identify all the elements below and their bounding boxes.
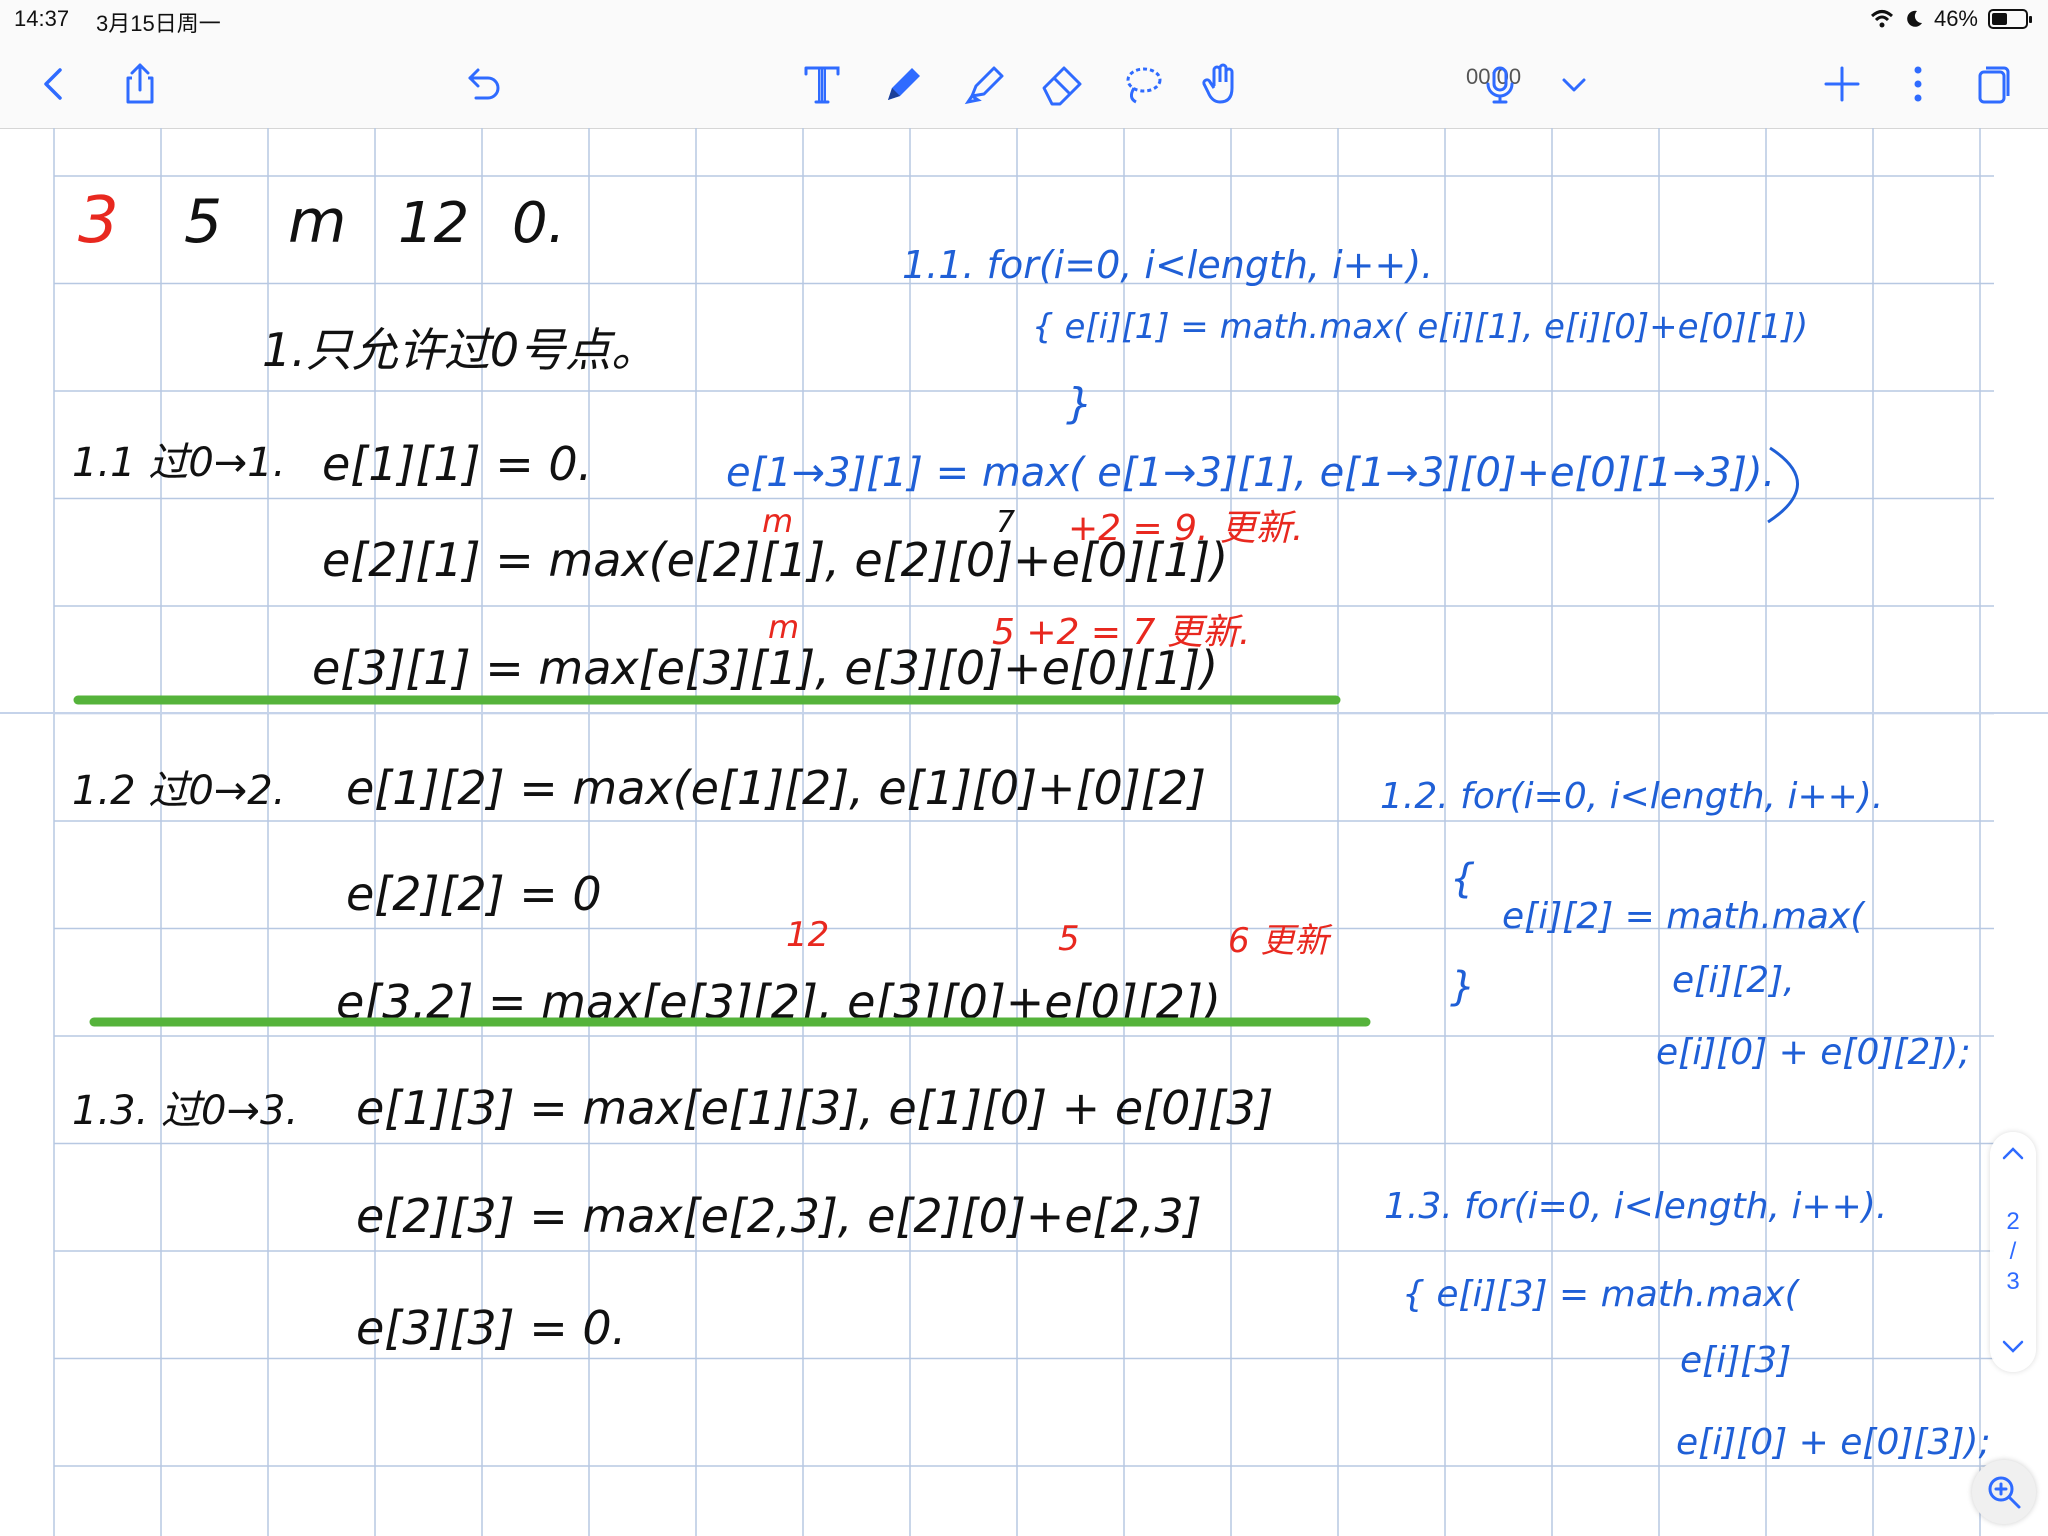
status-time: 14:37 [14, 6, 70, 31]
pages-icon [1978, 66, 2010, 104]
ink-text: 1.1 过0→1. [72, 440, 285, 486]
record-options-button[interactable] [1546, 56, 1602, 112]
ink-text: 5 [184, 187, 222, 257]
ink-text: e[1][1] = 0. [322, 437, 592, 491]
undo-icon [468, 68, 500, 100]
ink-text: 3 [78, 184, 119, 258]
record-button[interactable] [1472, 56, 1528, 112]
text-tool-icon [804, 66, 840, 104]
battery-percent: 46% [1933, 6, 1978, 31]
ink-text: e[1][3] = max[e[1][3], e[1][0] + e[0][3] [356, 1081, 1273, 1135]
chevron-down-icon [1562, 78, 1586, 92]
ink-text: e[i][0] + e[0][3]); [1676, 1422, 1991, 1463]
text-tool-button[interactable] [794, 56, 850, 112]
ink-text: m [762, 502, 793, 540]
ink-text: 1.3. 过0→3. [72, 1088, 298, 1134]
next-page-button[interactable] [2000, 1336, 2026, 1362]
page-break-divider [0, 712, 2048, 714]
ink-layer: 3 5 m 12 0. 1.只允许过0号点。 1.1 过0→1. e[1][1]… [72, 184, 1991, 1463]
add-page-button[interactable] [1814, 56, 1870, 112]
chevron-up-icon [2002, 1147, 2024, 1160]
touch-tool-button[interactable] [1194, 56, 1250, 112]
handwriting-page: 3 5 m 12 0. 1.只允许过0号点。 1.1 过0→1. e[1][1]… [0, 128, 2048, 1536]
eraser-icon [1042, 66, 1082, 106]
page-navigator: 2 / 3 [1990, 1132, 2036, 1372]
ink-text: e[2][2] = 0 [346, 867, 602, 921]
ink-text: 7 [996, 505, 1015, 540]
more-button[interactable] [1890, 56, 1946, 112]
ink-text: 6 更新 [1228, 921, 1333, 961]
ink-text: e[i][0] + e[0][2]); [1656, 1032, 1971, 1073]
ink-text: e[i][3] [1680, 1340, 1791, 1381]
page-indicator: 2 / 3 [2006, 1207, 2019, 1297]
ink-text: { e[i][1] = math.max( e[i][1], e[i][0]+e… [1032, 307, 1808, 347]
pages-button[interactable] [1966, 56, 2022, 112]
chevron-down-icon [2002, 1340, 2024, 1353]
ink-text: e[2][3] = max[e[2,3], e[2][0]+e[2,3] [356, 1189, 1202, 1243]
ink-text: m [768, 608, 799, 646]
highlighter-icon [964, 66, 1004, 105]
more-vertical-icon [1914, 66, 1922, 102]
moon-icon [1907, 10, 1922, 27]
ink-text: 12 [786, 915, 829, 955]
hand-icon [1202, 63, 1234, 104]
note-canvas[interactable]: 3 5 m 12 0. 1.只允许过0号点。 1.1 过0→1. e[1][1]… [0, 128, 2048, 1536]
ink-text: { [1450, 856, 1475, 902]
ink-text: } [1450, 964, 1475, 1010]
total-pages: 3 [2006, 1268, 2020, 1295]
back-button[interactable] [26, 56, 82, 112]
ink-text: } [1066, 379, 1093, 428]
status-right: 46% [1870, 6, 2032, 32]
zoom-in-icon [1988, 1476, 2021, 1509]
ink-text: 5 [1058, 919, 1080, 959]
ink-text: { e[i][3] = math.max( [1402, 1274, 1801, 1315]
ink-text: e[1][2] = max(e[1][2], e[1][0]+[0][2] [346, 761, 1206, 815]
toolbar: 00:00 [0, 38, 2048, 129]
lasso-tool-button[interactable] [1114, 56, 1170, 112]
battery-icon [1988, 9, 2032, 29]
chevron-left-icon [44, 68, 62, 100]
ink-text: e[i][2] = math.max( [1502, 896, 1866, 937]
plus-icon [1824, 66, 1860, 102]
share-button[interactable] [112, 56, 168, 112]
eraser-tool-button[interactable] [1034, 56, 1090, 112]
ink-text: 1.2 过0→2. [72, 768, 285, 814]
status-bar: 14:37 3月15日周一 46% [0, 0, 2048, 38]
ink-text: 1.只允许过0号点。 [262, 323, 657, 377]
ink-text: 1.2. for(i=0, i<length, i++). [1380, 776, 1883, 817]
status-date: 3月15日周一 [96, 11, 221, 36]
zoom-button[interactable] [1972, 1460, 2036, 1524]
lasso-icon [1126, 67, 1162, 104]
pen-tool-button[interactable] [876, 56, 932, 112]
ink-text: 1.3. for(i=0, i<length, i++). [1384, 1186, 1887, 1227]
wifi-icon [1870, 10, 1893, 28]
highlighter-tool-button[interactable] [956, 56, 1012, 112]
ink-text: 1.1. for(i=0, i<length, i++). [902, 243, 1433, 287]
ink-text: m [288, 187, 346, 257]
ink-text: 12 [398, 191, 469, 256]
prev-page-button[interactable] [2000, 1142, 2026, 1168]
ink-text: e[3][3] = 0. [356, 1301, 626, 1355]
undo-button[interactable] [454, 56, 510, 112]
ink-text: 0. [512, 191, 565, 256]
ink-text: +2 = 9. 更新. [1068, 508, 1303, 549]
page-separator: / [2009, 1238, 2017, 1265]
ink-text: e[i][2], [1672, 960, 1795, 1001]
share-icon [126, 63, 154, 104]
current-page: 2 [2006, 1208, 2020, 1235]
pen-icon [888, 68, 920, 100]
ink-text: e[1→3][1] = max( e[1→3][1], e[1→3][0]+e[… [726, 450, 1775, 496]
ink-text: 5 +2 = 7 更新. [992, 612, 1250, 653]
microphone-icon [1486, 66, 1514, 104]
battery-fill [1992, 13, 2007, 25]
